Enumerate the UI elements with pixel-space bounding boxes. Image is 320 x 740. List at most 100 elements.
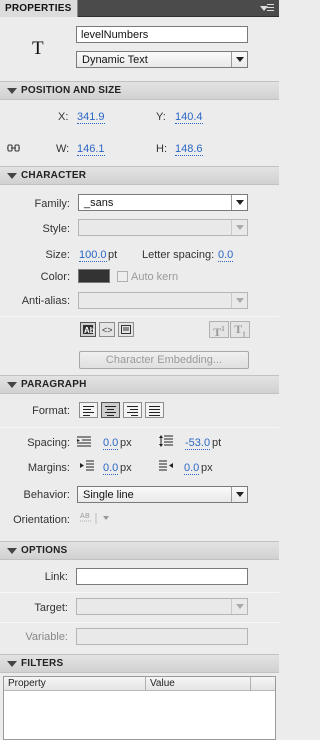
chevron-down-icon: [231, 195, 247, 210]
x-label: X:: [58, 111, 69, 123]
column-header-property[interactable]: Property: [8, 678, 46, 689]
line-spacing-unit: pt: [212, 437, 222, 449]
filters-table-header: Property Value: [4, 677, 275, 691]
section-title: PARAGRAPH: [21, 379, 87, 390]
y-value[interactable]: 140.4: [175, 111, 203, 124]
line-spacing-value[interactable]: -53.0: [185, 437, 211, 450]
left-margin-unit: px: [120, 462, 132, 474]
text-color-swatch[interactable]: [78, 269, 110, 283]
chevron-down-icon: [231, 293, 247, 308]
right-margin-unit: px: [201, 462, 213, 474]
indent-unit: px: [120, 437, 132, 449]
left-margin-value[interactable]: 0.0: [103, 462, 119, 475]
y-label: Y:: [156, 111, 166, 123]
panel-titlebar: PROPERTIES: [0, 0, 279, 17]
collapse-arrow-icon: [7, 173, 17, 179]
svg-text:Ab: Ab: [84, 326, 95, 335]
section-paragraph[interactable]: PARAGRAPH: [0, 375, 279, 394]
font-family-select[interactable]: _sans: [78, 194, 248, 211]
font-size-unit: pt: [108, 249, 118, 261]
section-options[interactable]: OPTIONS: [0, 541, 279, 560]
line-spacing-icon: [158, 434, 174, 448]
section-position-size[interactable]: POSITION AND SIZE: [0, 81, 279, 100]
svg-text:<>: <>: [102, 325, 113, 335]
show-border-button[interactable]: [118, 322, 134, 337]
color-label: Color:: [40, 271, 70, 283]
size-label: Size:: [45, 249, 70, 261]
panel-menu-icon[interactable]: [260, 4, 274, 13]
variable-input[interactable]: [76, 628, 248, 645]
auto-kern-label: Auto kern: [131, 271, 179, 283]
render-html-button[interactable]: <>: [99, 322, 115, 337]
justify-button[interactable]: [145, 402, 164, 418]
section-title: POSITION AND SIZE: [21, 85, 122, 96]
format-label: Format:: [32, 405, 70, 417]
h-label: H:: [156, 143, 167, 155]
right-margin-value[interactable]: 0.0: [184, 462, 200, 475]
chevron-down-icon: [231, 220, 247, 235]
subscript-button[interactable]: T1: [230, 321, 250, 338]
font-size-value[interactable]: 100.0: [79, 249, 107, 262]
font-family-value: _sans: [84, 197, 114, 209]
align-right-button[interactable]: [123, 402, 142, 418]
variable-label: Variable:: [25, 631, 68, 643]
svg-text:B: B: [85, 513, 90, 520]
auto-kern-checkbox[interactable]: [117, 271, 128, 282]
left-margin-icon: [79, 460, 95, 472]
instance-name-input[interactable]: levelNumbers: [76, 26, 248, 43]
divider: [0, 316, 279, 317]
font-style-select[interactable]: [78, 219, 248, 236]
collapse-arrow-icon: [7, 88, 17, 94]
text-orientation-icon[interactable]: AB: [79, 511, 111, 525]
orientation-label: Orientation:: [13, 514, 70, 526]
collapse-arrow-icon: [7, 661, 17, 667]
collapse-arrow-icon: [7, 548, 17, 554]
section-filters[interactable]: FILTERS: [0, 654, 279, 673]
link-label: Link:: [44, 571, 68, 583]
align-left-button[interactable]: [79, 402, 98, 418]
divider: [0, 622, 279, 623]
link-icon[interactable]: [7, 143, 20, 153]
indent-value[interactable]: 0.0: [103, 437, 119, 450]
text-type-value: Dynamic Text: [82, 54, 148, 66]
text-tool-icon: T: [32, 38, 44, 59]
line-behavior-value: Single line: [83, 489, 134, 501]
margins-label: Margins:: [27, 462, 70, 474]
anti-alias-select[interactable]: [78, 292, 248, 309]
h-value[interactable]: 148.6: [175, 143, 203, 156]
behavior-label: Behavior:: [23, 489, 70, 501]
section-character[interactable]: CHARACTER: [0, 166, 279, 185]
section-title: CHARACTER: [21, 170, 87, 181]
divider: [0, 427, 279, 428]
section-title: OPTIONS: [21, 545, 68, 556]
x-value[interactable]: 341.9: [77, 111, 105, 124]
collapse-arrow-icon: [7, 382, 17, 388]
filters-table[interactable]: Property Value: [3, 676, 276, 740]
target-label: Target:: [34, 602, 68, 614]
column-header-value[interactable]: Value: [150, 678, 175, 689]
letter-spacing-label: Letter spacing:: [142, 249, 215, 261]
family-label: Family:: [34, 198, 70, 210]
link-input[interactable]: [76, 568, 248, 585]
section-title: FILTERS: [21, 658, 64, 669]
spacing-label: Spacing:: [27, 437, 70, 449]
column-divider: [250, 677, 251, 691]
superscript-button[interactable]: T1: [209, 321, 229, 339]
target-select[interactable]: [76, 598, 248, 615]
tab-properties[interactable]: PROPERTIES: [0, 0, 78, 17]
line-behavior-select[interactable]: Single line: [77, 486, 248, 503]
divider: [0, 592, 279, 593]
letter-spacing-value[interactable]: 0.0: [218, 249, 234, 262]
selectable-text-button[interactable]: Ab: [80, 322, 96, 337]
w-label: W:: [56, 143, 70, 155]
column-divider: [145, 677, 146, 691]
chevron-down-icon: [231, 487, 247, 502]
style-label: Style:: [42, 223, 70, 235]
chevron-down-icon: [231, 52, 247, 67]
align-center-button[interactable]: [101, 402, 120, 418]
text-type-select[interactable]: Dynamic Text: [76, 51, 248, 68]
w-value[interactable]: 146.1: [77, 143, 105, 156]
character-embedding-button[interactable]: Character Embedding...: [79, 351, 249, 369]
indent-icon: [76, 436, 92, 448]
anti-alias-label: Anti-alias:: [21, 295, 70, 307]
